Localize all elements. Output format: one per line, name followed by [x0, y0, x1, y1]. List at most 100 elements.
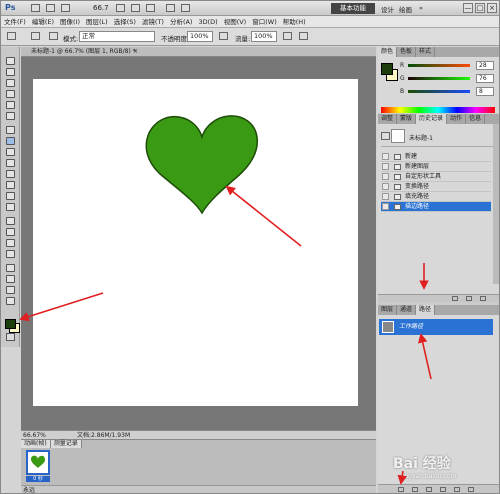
history-item-selected[interactable]: 描边路径	[381, 202, 491, 212]
history-item[interactable]: 变换路径	[381, 182, 491, 192]
zoom-tool-icon[interactable]	[6, 297, 15, 305]
quick-mask-icon[interactable]	[6, 333, 15, 341]
gradient-tool-icon[interactable]	[6, 181, 15, 189]
menu-select[interactable]: 选择(S)	[111, 16, 139, 27]
menu-edit[interactable]: 编辑(E)	[29, 16, 57, 27]
tab-adjustments[interactable]: 调整	[378, 114, 398, 124]
hand-icon[interactable]	[116, 4, 125, 12]
healing-brush-tool-icon[interactable]	[6, 126, 15, 134]
tab-channels[interactable]: 通道	[397, 305, 417, 315]
red-slider[interactable]: R 28	[400, 61, 498, 71]
history-brush-tool-icon[interactable]	[6, 159, 15, 167]
green-track[interactable]	[408, 77, 470, 80]
tab-color[interactable]: 颜色	[378, 47, 398, 57]
hand-tool-icon[interactable]	[6, 286, 15, 294]
loop-select[interactable]: 永远	[23, 487, 35, 493]
zoom-icon[interactable]	[131, 4, 140, 12]
opacity-pressure-icon[interactable]	[219, 32, 228, 40]
frame-delay[interactable]: 0 秒	[26, 476, 50, 482]
clone-stamp-tool-icon[interactable]	[6, 148, 15, 156]
crop-tool-icon[interactable]	[6, 101, 15, 109]
red-value[interactable]: 28	[476, 61, 494, 70]
menu-window[interactable]: 窗口(W)	[249, 16, 280, 27]
fill-path-icon[interactable]	[398, 487, 404, 492]
green-slider[interactable]: G 76	[400, 74, 498, 84]
screen-mode-icon[interactable]	[181, 4, 190, 12]
brush-size-icon[interactable]	[31, 32, 40, 40]
bridge-icon[interactable]	[31, 4, 40, 12]
history-brush-source-icon[interactable]	[381, 132, 390, 140]
tab-paths[interactable]: 路径	[416, 305, 436, 315]
menu-analysis[interactable]: 分析(A)	[167, 16, 196, 27]
workspace-more-link[interactable]: »	[419, 4, 423, 12]
history-source-checkbox[interactable]	[382, 203, 389, 210]
rotate-view-icon[interactable]	[146, 4, 155, 12]
menu-image[interactable]: 图像(I)	[57, 16, 83, 27]
blue-track[interactable]	[408, 90, 470, 93]
pen-tool-icon[interactable]	[6, 217, 15, 225]
foreground-color-swatch[interactable]	[5, 319, 16, 329]
workspace-painting-link[interactable]: 绘画	[399, 4, 412, 14]
history-item[interactable]: 自定形状工具	[381, 172, 491, 182]
view-extras-icon[interactable]	[61, 4, 70, 12]
size-pressure-icon[interactable]	[299, 32, 308, 40]
3d-orbit-tool-icon[interactable]	[6, 275, 15, 283]
eraser-tool-icon[interactable]	[6, 170, 15, 178]
path-item-work-path[interactable]: 工作路径	[379, 319, 493, 335]
color-spectrum-bar[interactable]	[381, 107, 495, 113]
create-snapshot-icon[interactable]	[466, 296, 472, 301]
blue-value[interactable]: 8	[476, 87, 494, 96]
marquee-tool-icon[interactable]	[6, 68, 15, 76]
history-item[interactable]: 填充路径	[381, 192, 491, 202]
path-selection-tool-icon[interactable]	[6, 239, 15, 247]
menu-layer[interactable]: 图层(L)	[83, 16, 111, 27]
document-tab[interactable]: 未标题-1 @ 66.7% (图层 1, RGB/8) * ×	[21, 47, 376, 57]
history-item[interactable]: 新建	[381, 152, 491, 162]
tab-swatches[interactable]: 色板	[397, 47, 417, 57]
menu-help[interactable]: 帮助(H)	[280, 16, 309, 27]
lasso-tool-icon[interactable]	[6, 79, 15, 87]
tab-layers[interactable]: 图层	[378, 305, 398, 315]
new-path-icon[interactable]	[454, 487, 460, 492]
history-source-checkbox[interactable]	[382, 193, 389, 200]
type-tool-icon[interactable]	[6, 228, 15, 236]
minimize-button[interactable]: —	[463, 3, 473, 13]
shape-tool-icon[interactable]	[6, 250, 15, 258]
blue-slider[interactable]: B 8	[400, 87, 498, 97]
zoom-level[interactable]: 66.7	[93, 4, 109, 12]
make-work-path-icon[interactable]	[440, 487, 446, 492]
document-close-icon[interactable]: ×	[133, 47, 138, 57]
maximize-button[interactable]: □	[475, 3, 485, 13]
load-path-as-selection-icon[interactable]	[426, 487, 432, 492]
airbrush-icon[interactable]	[283, 32, 292, 40]
menu-view[interactable]: 视图(V)	[221, 16, 250, 27]
green-value[interactable]: 76	[476, 74, 494, 83]
dodge-tool-icon[interactable]	[6, 203, 15, 211]
stroke-path-icon[interactable]	[412, 487, 418, 492]
workspace-design-link[interactable]: 设计	[381, 4, 394, 14]
tab-actions[interactable]: 动作	[447, 114, 467, 124]
close-button[interactable]: ×	[487, 3, 497, 13]
delete-state-icon[interactable]	[480, 296, 486, 301]
tab-styles[interactable]: 样式	[416, 47, 436, 57]
tab-animation[interactable]: 动画(帧)	[21, 440, 51, 448]
mode-select[interactable]: 正常	[79, 31, 155, 42]
eyedropper-tool-icon[interactable]	[6, 112, 15, 120]
history-source-checkbox[interactable]	[382, 183, 389, 190]
tab-history[interactable]: 历史记录	[416, 114, 448, 124]
tab-masks[interactable]: 蒙版	[397, 114, 417, 124]
history-source-checkbox[interactable]	[382, 163, 389, 170]
brush-tool-icon[interactable]	[6, 137, 15, 145]
flow-input[interactable]: 100%	[251, 31, 277, 42]
menu-filter[interactable]: 滤镜(T)	[139, 16, 167, 27]
brush-tool-preset-icon[interactable]	[7, 32, 16, 40]
history-snapshot[interactable]: 未标题-1	[381, 127, 497, 147]
mini-bridge-icon[interactable]	[46, 4, 55, 12]
color-panel-foreground-swatch[interactable]	[381, 63, 393, 75]
history-source-checkbox[interactable]	[382, 153, 389, 160]
tab-info[interactable]: 信息	[466, 114, 486, 124]
move-tool-icon[interactable]	[6, 57, 15, 65]
canvas[interactable]	[33, 79, 358, 406]
red-track[interactable]	[408, 64, 470, 67]
blur-tool-icon[interactable]	[6, 192, 15, 200]
